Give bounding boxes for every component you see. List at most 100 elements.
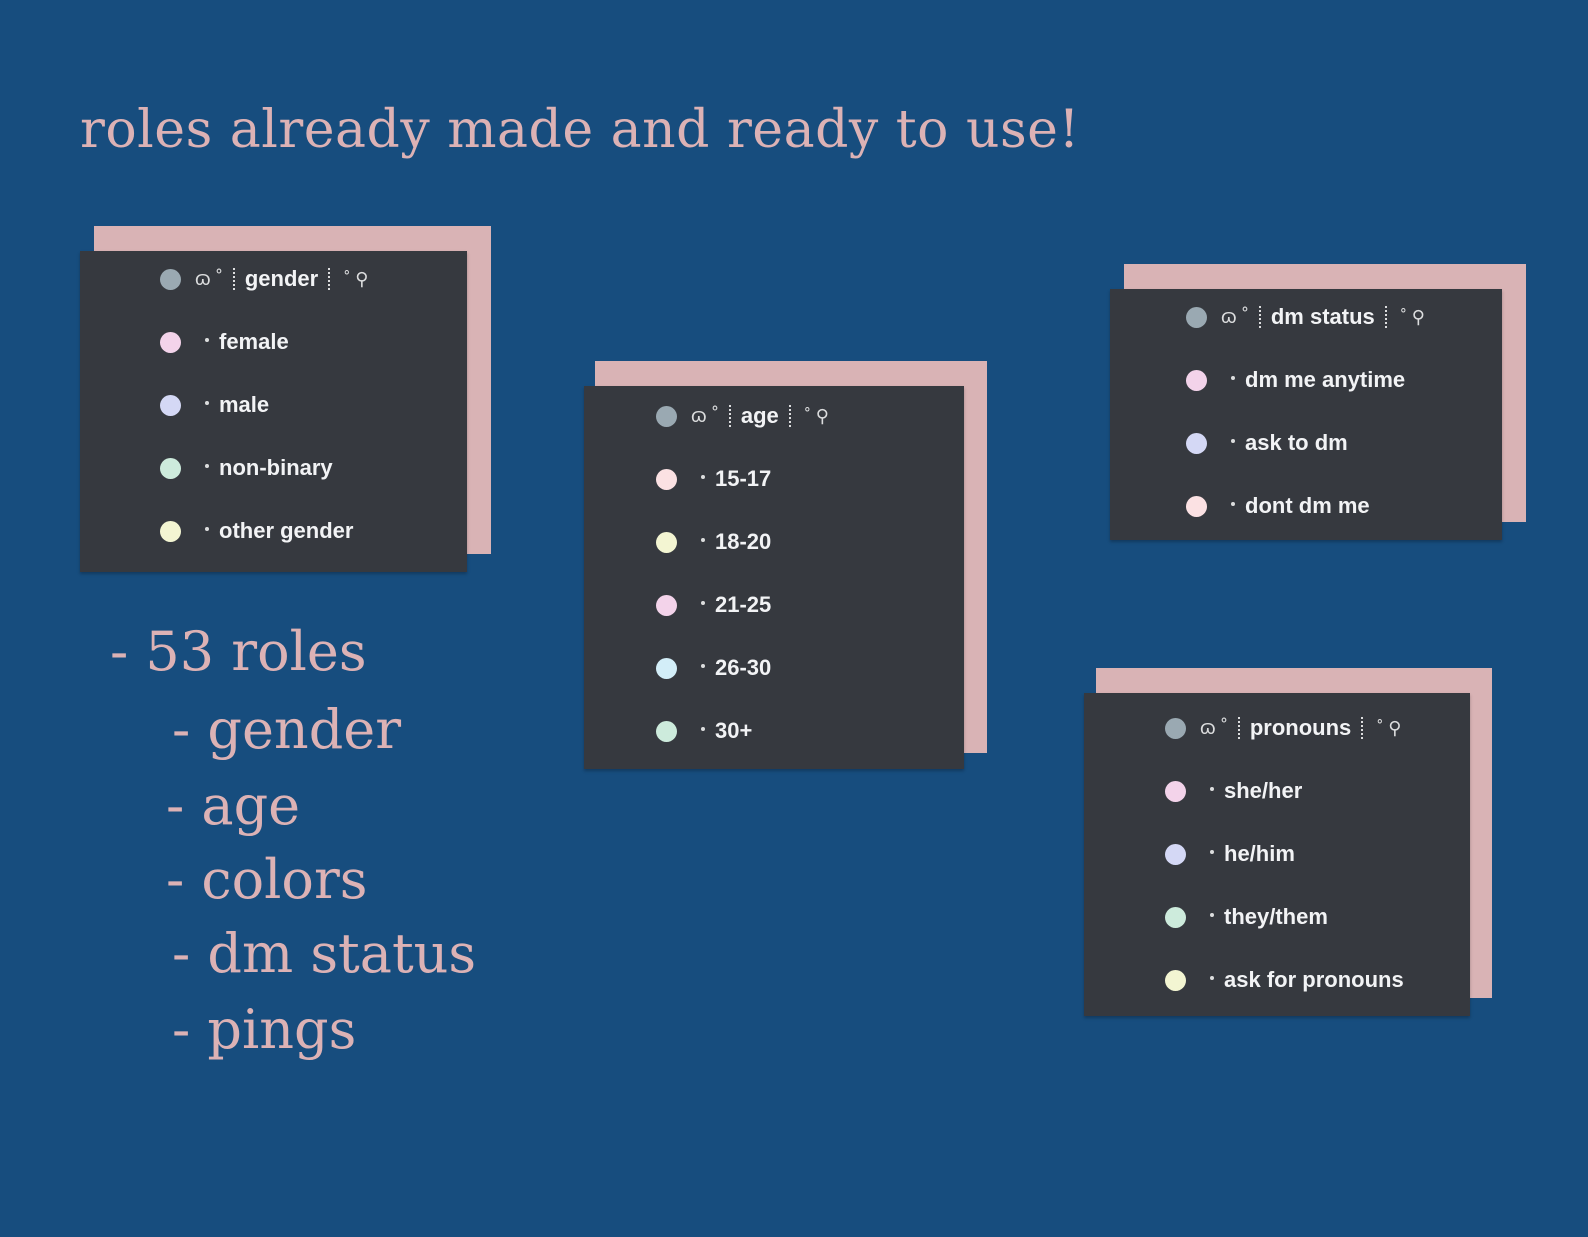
flower-decor-icon: ɷ ˚ [691, 404, 719, 427]
bullet [701, 538, 705, 542]
role-header-pronouns[interactable]: ɷ ˚ pronouns ˚ ⚲ [1165, 713, 1401, 743]
divider [1384, 306, 1387, 328]
role-label: he/him [1224, 841, 1295, 866]
role-header-age[interactable]: ɷ ˚ age ˚ ⚲ [656, 401, 829, 431]
sparkle-decor-icon: ˚ ⚲ [344, 268, 369, 289]
bullet [1210, 850, 1214, 854]
role-label: 15-17 [715, 466, 772, 491]
bullet [1210, 787, 1214, 791]
card-panel: ɷ ˚ dm status ˚ ⚲ dm me anytime ask to d… [1110, 289, 1502, 540]
role-label: dm me anytime [1245, 367, 1406, 392]
role-dm-me-anytime[interactable]: dm me anytime [1186, 365, 1405, 395]
bullet [1231, 376, 1235, 380]
flower-decor-icon: ɷ ˚ [1200, 716, 1228, 739]
divider [328, 268, 331, 290]
role-label: 26-30 [715, 655, 772, 680]
role-label: 30+ [715, 718, 753, 743]
role-color-dot [656, 657, 677, 679]
bullet [701, 475, 705, 479]
divider [1361, 717, 1364, 739]
role-label: gender [244, 266, 319, 291]
role-color-dot [1186, 432, 1207, 454]
bullet [701, 601, 705, 605]
bullet [701, 664, 705, 668]
role-they-them[interactable]: they/them [1165, 902, 1328, 932]
divider [1237, 717, 1240, 739]
role-label: ask for pronouns [1224, 967, 1404, 992]
bullet [205, 338, 209, 342]
role-other-gender[interactable]: other gender [160, 516, 353, 546]
summary-item: - pings [172, 998, 357, 1061]
role-color-dot [1165, 906, 1186, 928]
summary-item: - colors [166, 848, 368, 911]
bullet [1210, 976, 1214, 980]
bullet [1210, 913, 1214, 917]
divider [728, 405, 731, 427]
role-color-dot [1165, 969, 1186, 991]
flower-decor-icon: ɷ ˚ [1221, 305, 1249, 328]
card-panel: ɷ ˚ gender ˚ ⚲ female male non-binary ot… [80, 251, 467, 572]
summary-item: - age [166, 774, 301, 837]
flower-decor-icon: ɷ ˚ [195, 267, 223, 290]
page-title: roles already made and ready to use! [80, 100, 1080, 160]
bullet [1231, 439, 1235, 443]
role-color-dot [656, 531, 677, 553]
divider [788, 405, 791, 427]
summary-total: - 53 roles [110, 620, 367, 683]
role-label: non-binary [219, 455, 333, 480]
role-color-dot [1165, 780, 1186, 802]
bullet [205, 527, 209, 531]
role-color-dot [656, 594, 677, 616]
role-ask-for-pronouns[interactable]: ask for pronouns [1165, 965, 1404, 995]
sparkle-decor-icon: ˚ ⚲ [804, 405, 829, 426]
role-color-dot [160, 520, 181, 542]
role-label: age [740, 403, 779, 428]
role-color-dot [656, 405, 677, 427]
card-panel: ɷ ˚ age ˚ ⚲ 15-17 18-20 21-25 26-30 30+ [584, 386, 964, 769]
role-dont-dm-me[interactable]: dont dm me [1186, 491, 1370, 521]
role-color-dot [656, 468, 677, 490]
role-15-17[interactable]: 15-17 [656, 464, 771, 494]
role-26-30[interactable]: 26-30 [656, 653, 771, 683]
bullet [701, 727, 705, 731]
role-18-20[interactable]: 18-20 [656, 527, 771, 557]
role-color-dot [1165, 717, 1186, 739]
role-color-dot [1186, 495, 1207, 517]
role-he-him[interactable]: he/him [1165, 839, 1295, 869]
role-color-dot [160, 331, 181, 353]
bullet [205, 464, 209, 468]
role-header-gender[interactable]: ɷ ˚ gender ˚ ⚲ [160, 264, 368, 294]
role-female[interactable]: female [160, 327, 289, 357]
sparkle-decor-icon: ˚ ⚲ [1400, 306, 1425, 327]
role-label: 21-25 [715, 592, 772, 617]
role-label: other gender [219, 518, 354, 543]
role-header-dm-status[interactable]: ɷ ˚ dm status ˚ ⚲ [1186, 302, 1425, 332]
role-color-dot [160, 394, 181, 416]
role-non-binary[interactable]: non-binary [160, 453, 333, 483]
role-label: male [219, 392, 270, 417]
summary-item: - gender [172, 698, 402, 761]
bullet [1231, 502, 1235, 506]
role-label: dm status [1270, 304, 1375, 329]
sparkle-decor-icon: ˚ ⚲ [1377, 717, 1402, 738]
bullet [205, 401, 209, 405]
role-21-25[interactable]: 21-25 [656, 590, 771, 620]
role-color-dot [160, 268, 181, 290]
role-label: ask to dm [1245, 430, 1348, 455]
role-color-dot [1186, 306, 1207, 328]
divider [1258, 306, 1261, 328]
role-color-dot [1186, 369, 1207, 391]
role-ask-to-dm[interactable]: ask to dm [1186, 428, 1348, 458]
role-male[interactable]: male [160, 390, 269, 420]
role-label: female [219, 329, 289, 354]
role-label: 18-20 [715, 529, 772, 554]
role-label: she/her [1224, 778, 1303, 803]
role-label: pronouns [1249, 715, 1352, 740]
card-panel: ɷ ˚ pronouns ˚ ⚲ she/her he/him they/the… [1084, 693, 1470, 1016]
role-color-dot [160, 457, 181, 479]
role-30-plus[interactable]: 30+ [656, 716, 752, 746]
role-color-dot [1165, 843, 1186, 865]
role-label: dont dm me [1245, 493, 1370, 518]
role-she-her[interactable]: she/her [1165, 776, 1302, 806]
role-label: they/them [1224, 904, 1328, 929]
